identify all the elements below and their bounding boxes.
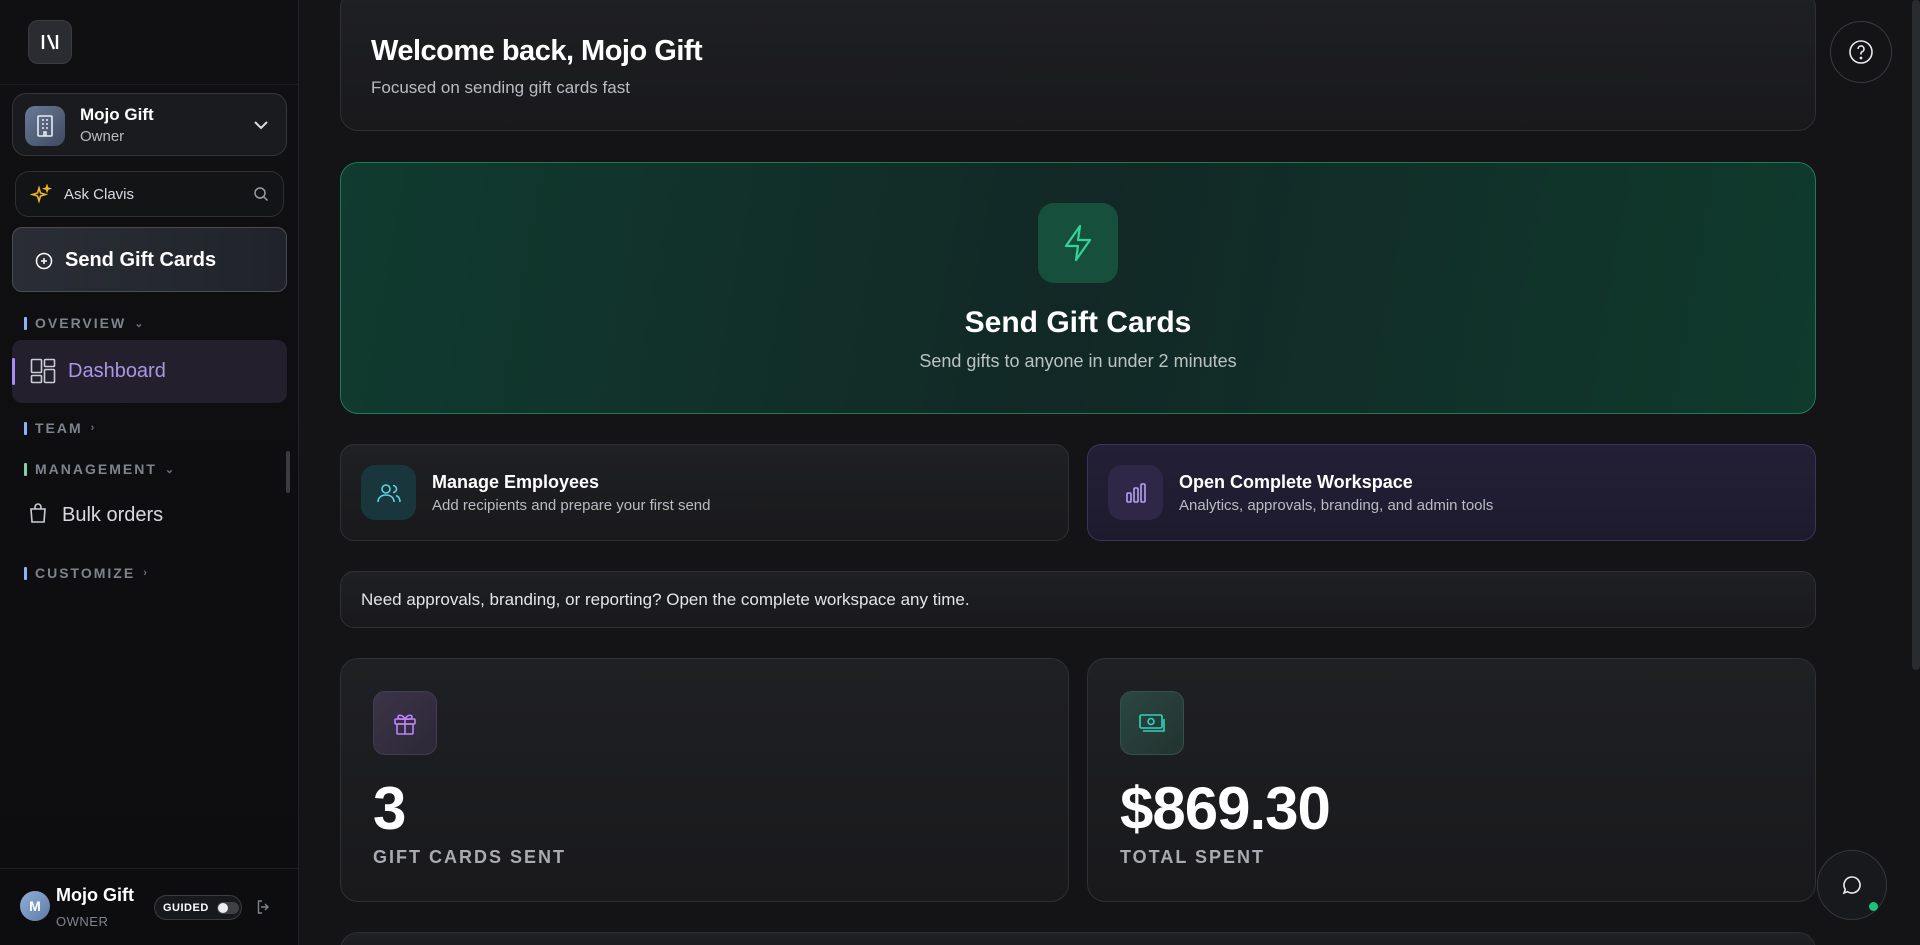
app: Mojo Gift Owner Ask Clavis Send Gift Car…: [0, 0, 1920, 945]
sidebar-item-dashboard[interactable]: Dashboard: [12, 340, 287, 403]
online-indicator: [1869, 902, 1878, 911]
send-gift-cards-hero[interactable]: Send Gift Cards Send gifts to anyone in …: [340, 162, 1816, 414]
logo-row: [0, 0, 298, 85]
user-footer: M Mojo Gift OWNER GUIDED: [0, 868, 299, 945]
ask-clavis-label: Ask Clavis: [64, 186, 135, 203]
send-gift-cards-label: Send Gift Cards: [65, 249, 217, 271]
welcome-card: Welcome back, Mojo Gift Focused on sendi…: [340, 0, 1816, 131]
ask-clavis-input[interactable]: Ask Clavis: [15, 171, 284, 217]
stat-total-spent: $869.30 TOTAL SPENT: [1087, 658, 1816, 902]
page-title: Welcome back, Mojo Gift: [371, 35, 703, 67]
toggle-knob: [217, 902, 228, 913]
user-name: Mojo Gift: [56, 885, 134, 905]
users-icon: [361, 465, 416, 520]
stat-gift-cards-sent: 3 GIFT CARDS SENT: [340, 658, 1069, 902]
page-scrollbar[interactable]: [1912, 0, 1920, 670]
sparkle-icon: [29, 183, 53, 211]
chevron-right-icon: ›: [143, 567, 149, 579]
section-marker: [24, 462, 27, 476]
qa-subtitle: Add recipients and prepare your first se…: [432, 497, 711, 514]
send-gift-cards-button[interactable]: Send Gift Cards: [12, 227, 287, 292]
gift-icon: [373, 691, 437, 755]
open-workspace-card[interactable]: Open Complete Workspace Analytics, appro…: [1087, 444, 1816, 541]
guided-toggle[interactable]: GUIDED: [154, 895, 242, 920]
section-label: CUSTOMIZE: [35, 565, 136, 581]
chevron-down-icon: ⌄: [164, 463, 177, 476]
note-text: Need approvals, branding, or reporting? …: [361, 590, 970, 609]
section-overview[interactable]: OVERVIEW ⌄: [24, 315, 145, 331]
chevron-down-icon: [252, 116, 270, 139]
bulk-orders-label: Bulk orders: [62, 504, 164, 526]
section-marker: [24, 566, 27, 580]
logo-icon[interactable]: [28, 20, 72, 64]
money-icon: [1120, 691, 1184, 755]
sidebar: Mojo Gift Owner Ask Clavis Send Gift Car…: [0, 0, 299, 945]
next-section-card: [340, 932, 1816, 945]
toggle-switch[interactable]: [216, 901, 239, 914]
question-icon: [1849, 40, 1873, 64]
hero-title: Send Gift Cards: [964, 306, 1192, 339]
user-role: OWNER: [56, 914, 109, 929]
bar-chart-icon: [1108, 465, 1163, 520]
workspace-note: Need approvals, branding, or reporting? …: [340, 571, 1816, 628]
avatar[interactable]: M: [20, 891, 50, 921]
chat-button[interactable]: [1817, 850, 1887, 920]
stat-label: GIFT CARDS SENT: [373, 847, 567, 867]
logout-icon[interactable]: [256, 899, 272, 920]
sidebar-scrollbar[interactable]: [286, 451, 290, 493]
active-indicator: [12, 358, 15, 385]
section-label: MANAGEMENT: [35, 461, 157, 477]
search-icon: [253, 186, 269, 207]
qa-title: Manage Employees: [432, 472, 600, 492]
hero-subtitle: Send gifts to anyone in under 2 minutes: [919, 351, 1237, 371]
plus-circle-icon: [35, 252, 53, 275]
org-role: Owner: [80, 128, 125, 145]
qa-subtitle: Analytics, approvals, branding, and admi…: [1179, 497, 1494, 514]
qa-title: Open Complete Workspace: [1179, 472, 1413, 492]
chevron-right-icon: ›: [90, 422, 97, 434]
section-customize[interactable]: CUSTOMIZE ›: [24, 565, 149, 581]
stat-value: $869.30: [1120, 775, 1331, 842]
dashboard-label: Dashboard: [68, 360, 166, 382]
layout-icon: [30, 358, 56, 389]
org-switcher[interactable]: Mojo Gift Owner: [12, 93, 287, 156]
org-name: Mojo Gift: [80, 105, 154, 124]
bag-icon: [28, 502, 48, 529]
section-label: OVERVIEW: [35, 315, 127, 331]
stat-label: TOTAL SPENT: [1120, 847, 1266, 867]
section-marker: [24, 316, 27, 330]
chat-icon: [1842, 876, 1861, 895]
lightning-icon: [1038, 203, 1118, 283]
help-button[interactable]: [1830, 21, 1892, 83]
stat-value: 3: [373, 775, 406, 842]
manage-employees-card[interactable]: Manage Employees Add recipients and prep…: [340, 444, 1069, 541]
section-management[interactable]: MANAGEMENT ⌄: [24, 461, 176, 477]
sidebar-item-bulk-orders[interactable]: Bulk orders: [28, 502, 163, 529]
section-team[interactable]: TEAM ›: [24, 420, 96, 436]
welcome-subtitle: Focused on sending gift cards fast: [371, 78, 630, 97]
guided-label: GUIDED: [163, 901, 209, 914]
section-marker: [24, 421, 27, 435]
chevron-down-icon: ⌄: [134, 317, 146, 330]
section-label: TEAM: [35, 420, 83, 436]
building-icon: [25, 106, 65, 146]
